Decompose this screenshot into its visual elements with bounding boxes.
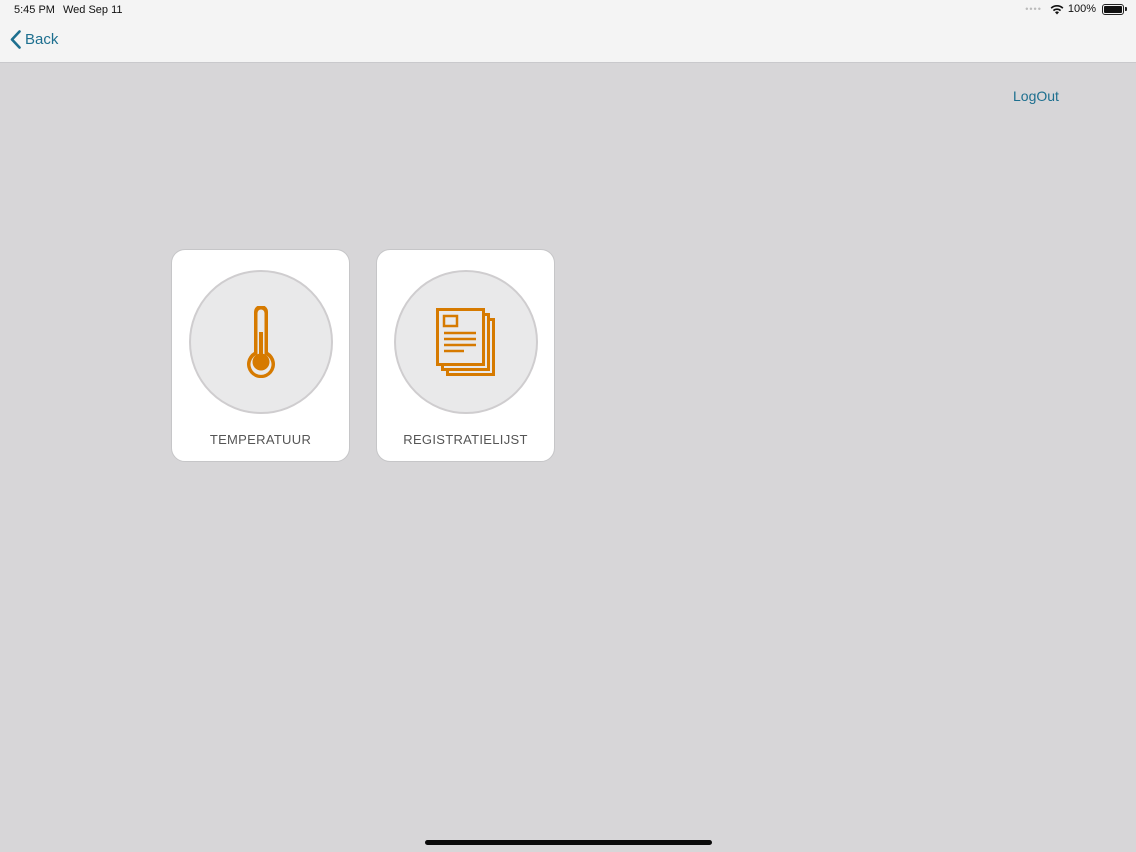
status-bar: 5:45 PM Wed Sep 11 •••• 100% [0,0,1136,22]
back-label: Back [25,31,59,48]
tile-registratielijst[interactable]: REGISTRATIELIJST [376,249,555,462]
tile-label: TEMPERATUUR [209,432,312,447]
status-date: Wed Sep 11 [63,4,123,16]
tile-icon-circle [189,270,333,414]
home-indicator[interactable] [425,840,712,845]
back-button[interactable]: Back [10,30,58,49]
tile-icon-circle [394,270,538,414]
status-indicators: •••• 100% [1025,3,1127,15]
wifi-icon [1050,4,1064,14]
tile-temperatuur[interactable]: TEMPERATUUR [171,249,350,462]
navigation-bar: Back [0,22,1136,63]
documents-icon [436,308,495,376]
battery-icon [1102,3,1127,15]
battery-percentage: 100% [1067,3,1096,15]
status-time: 5:45 PM [14,4,55,16]
cellular-icon: •••• [1025,4,1042,14]
thermometer-icon [247,306,275,378]
logout-button[interactable]: LogOut [1013,88,1059,104]
tile-label: REGISTRATIELIJST [403,432,528,447]
chevron-left-icon [10,30,21,49]
